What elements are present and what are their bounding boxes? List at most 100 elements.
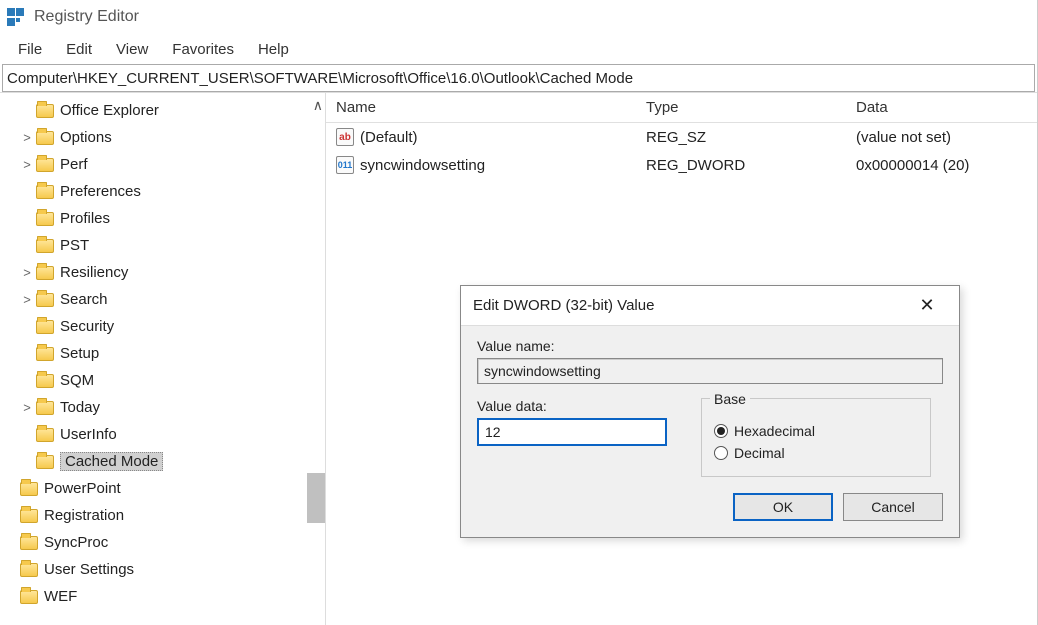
tree-item-label: Setup	[60, 345, 99, 362]
cancel-button[interactable]: Cancel	[843, 493, 943, 521]
titlebar: Registry Editor	[0, 0, 1037, 34]
radio-hex-icon[interactable]	[714, 424, 728, 438]
app-title: Registry Editor	[34, 8, 139, 26]
tree-item-label: Perf	[60, 156, 88, 173]
base-legend: Base	[710, 391, 750, 407]
value-row[interactable]: ab (Default) REG_SZ(value not set)	[326, 123, 1037, 151]
dialog-titlebar[interactable]: Edit DWORD (32-bit) Value ✕	[461, 286, 959, 326]
expander-icon[interactable]: >	[20, 130, 34, 145]
value-type: REG_DWORD	[646, 157, 856, 174]
value-row[interactable]: 011 syncwindowsetting REG_DWORD0x00000014 …	[326, 151, 1037, 179]
tree-item[interactable]: > Options	[0, 124, 325, 151]
folder-icon	[36, 347, 54, 361]
folder-icon	[36, 401, 54, 415]
value-name-label: Value name:	[477, 338, 943, 354]
tree-item-label: Security	[60, 318, 114, 335]
tree-item[interactable]: > Search	[0, 286, 325, 313]
ok-button[interactable]: OK	[733, 493, 833, 521]
dialog-title-text: Edit DWORD (32-bit) Value	[473, 297, 654, 314]
tree-item[interactable]: WEF	[0, 583, 325, 610]
tree-item[interactable]: Setup	[0, 340, 325, 367]
address-bar[interactable]: Computer\HKEY_CURRENT_USER\SOFTWARE\Micr…	[2, 64, 1035, 92]
tree-item[interactable]: PST	[0, 232, 325, 259]
tree-item-label: Registration	[44, 507, 124, 524]
tree-item[interactable]: > Today	[0, 394, 325, 421]
tree-item[interactable]: SyncProc	[0, 529, 325, 556]
tree-item[interactable]: SQM	[0, 367, 325, 394]
tree-item[interactable]: Cached Mode	[0, 448, 325, 475]
value-data: 0x00000014 (20)	[856, 157, 1037, 174]
tree-item[interactable]: PowerPoint	[0, 475, 325, 502]
tree-item-label: SQM	[60, 372, 94, 389]
col-header-type[interactable]: Type	[646, 99, 856, 116]
folder-icon	[36, 212, 54, 226]
tree-item-label: Preferences	[60, 183, 141, 200]
folder-icon	[36, 320, 54, 334]
folder-icon	[20, 509, 38, 523]
value-type: REG_SZ	[646, 129, 856, 146]
tree-item[interactable]: > Perf	[0, 151, 325, 178]
folder-icon	[36, 158, 54, 172]
folder-icon	[36, 455, 54, 469]
tree-item-label: Cached Mode	[60, 452, 163, 471]
dword-value-icon: 011	[336, 156, 354, 174]
folder-icon	[36, 266, 54, 280]
folder-icon	[36, 428, 54, 442]
menubar: File Edit View Favorites Help	[0, 34, 1037, 64]
col-header-data[interactable]: Data	[856, 99, 1037, 116]
expander-icon[interactable]: >	[20, 265, 34, 280]
tree-item-label: UserInfo	[60, 426, 117, 443]
folder-icon	[36, 239, 54, 253]
close-icon[interactable]: ✕	[907, 295, 947, 316]
value-name: syncwindowsetting	[360, 157, 485, 174]
expander-icon[interactable]: >	[20, 157, 34, 172]
base-fieldset: Base Hexadecimal Decimal	[701, 398, 931, 477]
tree-item-label: User Settings	[44, 561, 134, 578]
menu-edit[interactable]: Edit	[54, 37, 104, 62]
value-name-field: syncwindowsetting	[477, 358, 943, 384]
tree-item[interactable]: Security	[0, 313, 325, 340]
menu-view[interactable]: View	[104, 37, 160, 62]
tree-item[interactable]: UserInfo	[0, 421, 325, 448]
folder-icon	[36, 104, 54, 118]
menu-help[interactable]: Help	[246, 37, 301, 62]
expander-icon[interactable]: >	[20, 400, 34, 415]
tree-item-label: PowerPoint	[44, 480, 121, 497]
tree-pane[interactable]: Office Explorer > Options > Perf Preferences P…	[0, 93, 326, 625]
tree-item[interactable]: Profiles	[0, 205, 325, 232]
address-path: Computer\HKEY_CURRENT_USER\SOFTWARE\Micr…	[7, 70, 633, 87]
radio-dec[interactable]: Decimal	[714, 440, 918, 466]
tree-item-label: Options	[60, 129, 112, 146]
menu-favorites[interactable]: Favorites	[160, 37, 246, 62]
folder-icon	[20, 536, 38, 550]
scroll-up-icon[interactable]: ∧	[313, 97, 323, 114]
tree-item[interactable]: Office Explorer	[0, 97, 325, 124]
tree-item[interactable]: User Settings	[0, 556, 325, 583]
column-headers: Name Type Data	[326, 93, 1037, 123]
dialog-body: Value name: syncwindowsetting Value data…	[461, 326, 959, 537]
tree-item-label: Profiles	[60, 210, 110, 227]
radio-dec-icon[interactable]	[714, 446, 728, 460]
folder-icon	[36, 131, 54, 145]
value-data-input[interactable]: 12	[477, 418, 667, 446]
tree-item[interactable]: Preferences	[0, 178, 325, 205]
tree-item[interactable]: Registration	[0, 502, 325, 529]
menu-file[interactable]: File	[6, 37, 54, 62]
expander-icon[interactable]: >	[20, 292, 34, 307]
folder-icon	[36, 374, 54, 388]
value-name: (Default)	[360, 129, 418, 146]
col-header-name[interactable]: Name	[336, 99, 646, 116]
tree-item-label: Today	[60, 399, 100, 416]
tree-item-label: Office Explorer	[60, 102, 159, 119]
app-icon	[6, 7, 26, 27]
tree-item[interactable]: >Resiliency	[0, 259, 325, 286]
folder-icon	[36, 185, 54, 199]
folder-icon	[20, 590, 38, 604]
string-value-icon: ab	[336, 128, 354, 146]
value-data: (value not set)	[856, 129, 1037, 146]
tree-item-label: PST	[60, 237, 89, 254]
folder-icon	[36, 293, 54, 307]
tree-item-label: Search	[60, 291, 108, 308]
tree-item-label: SyncProc	[44, 534, 108, 551]
scrollbar-thumb[interactable]	[307, 473, 325, 523]
